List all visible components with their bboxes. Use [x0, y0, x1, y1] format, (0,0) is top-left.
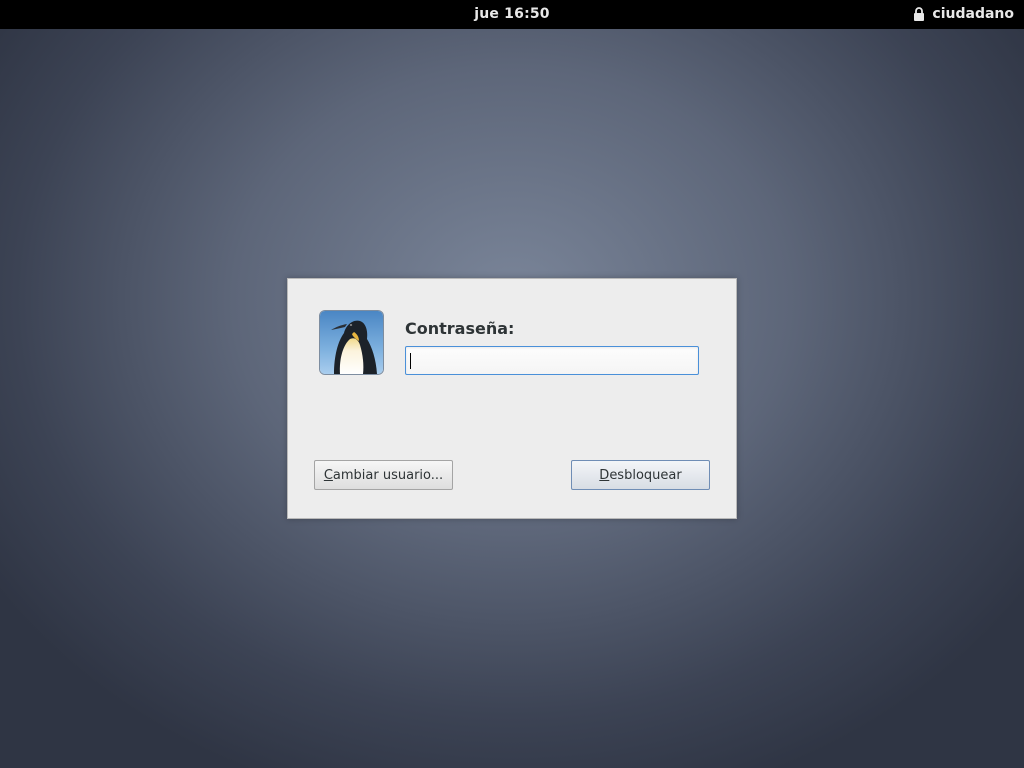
- text-cursor: [410, 353, 411, 369]
- user-menu[interactable]: ciudadano: [913, 6, 1014, 22]
- clock[interactable]: jue 16:50: [0, 6, 1024, 22]
- unlock-dialog: Contraseña: Cambiar usuario... Desbloque…: [287, 278, 737, 519]
- lock-icon: [913, 7, 925, 21]
- user-name: ciudadano: [932, 6, 1014, 22]
- unlock-mnemonic: D: [599, 467, 610, 483]
- switch-user-button[interactable]: Cambiar usuario...: [314, 460, 453, 490]
- unlock-button[interactable]: Desbloquear: [571, 460, 710, 490]
- penguin-avatar-icon: [319, 310, 384, 375]
- unlock-label: esbloquear: [609, 467, 682, 483]
- password-input[interactable]: [405, 346, 699, 375]
- password-label: Contraseña:: [405, 319, 515, 338]
- top-bar: jue 16:50 ciudadano: [0, 0, 1024, 29]
- switch-user-mnemonic: C: [323, 467, 333, 483]
- switch-user-label: ambiar usuario...: [332, 467, 444, 483]
